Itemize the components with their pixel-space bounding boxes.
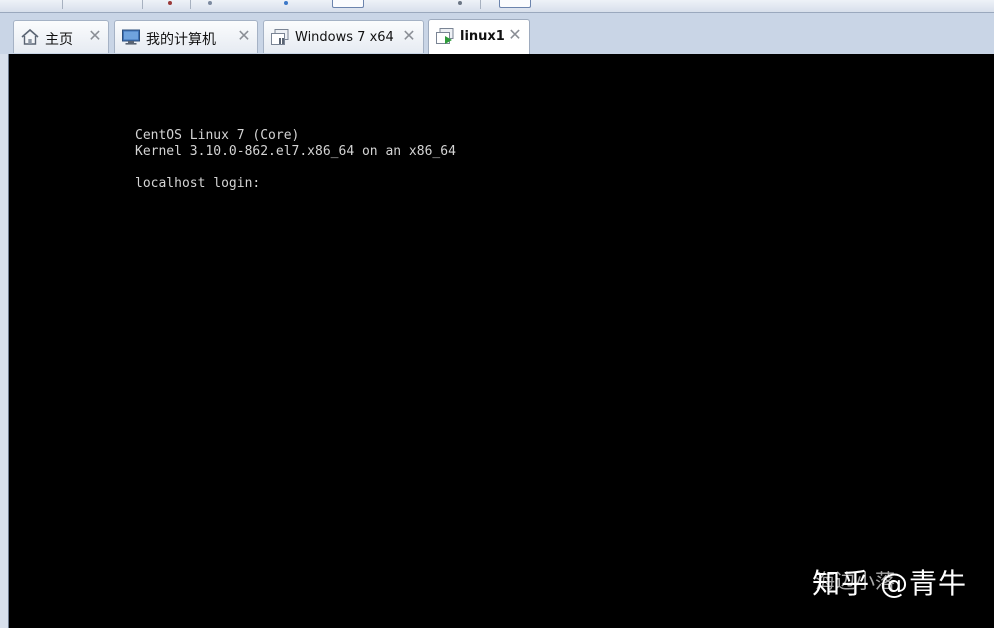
tab-home-label: 主页 [45, 32, 73, 48]
revert-icon[interactable] [284, 1, 288, 5]
close-icon[interactable]: ✕ [402, 28, 416, 44]
unity-icon[interactable] [458, 1, 462, 5]
power-icon[interactable] [168, 1, 172, 5]
computer-icon [121, 28, 141, 46]
toolbar-separator [62, 0, 63, 9]
watermark: 知乎 @青牛 [812, 567, 967, 600]
console-output: CentOS Linux 7 (Core) Kernel 3.10.0-862.… [135, 128, 456, 192]
vm-icon [270, 28, 290, 46]
tab-my-computer[interactable]: 我的计算机 ✕ [114, 20, 258, 53]
close-icon[interactable]: ✕ [237, 28, 251, 44]
toolbar [0, 0, 994, 13]
close-icon[interactable]: ✕ [88, 28, 102, 44]
fullscreen-button[interactable] [332, 0, 364, 8]
close-icon[interactable]: ✕ [508, 27, 522, 43]
console-view-button[interactable] [499, 0, 531, 8]
tab-my-computer-label: 我的计算机 [146, 32, 216, 48]
vm-console[interactable]: CentOS Linux 7 (Core) Kernel 3.10.0-862.… [8, 54, 994, 628]
tab-linux1-label: linux1 [460, 29, 505, 44]
os-release-line: CentOS Linux 7 (Core) [135, 128, 300, 143]
toolbar-separator [190, 0, 191, 9]
tab-bar: 主页 ✕ 我的计算机 ✕ Windows 7 x64 ✕ linux1 ✕ [0, 13, 994, 54]
tab-home[interactable]: 主页 ✕ [13, 20, 109, 53]
tab-windows7-label: Windows 7 x64 [295, 30, 394, 45]
tab-windows7[interactable]: Windows 7 x64 ✕ [263, 20, 424, 53]
toolbar-separator [480, 0, 481, 9]
snapshot-icon[interactable] [208, 1, 212, 5]
vm-running-icon [435, 27, 455, 45]
login-prompt: localhost login: [135, 176, 269, 191]
home-icon [20, 28, 40, 46]
kernel-line: Kernel 3.10.0-862.el7.x86_64 on an x86_6… [135, 144, 456, 159]
tab-linux1[interactable]: linux1 ✕ [428, 19, 530, 54]
toolbar-separator [142, 0, 143, 9]
